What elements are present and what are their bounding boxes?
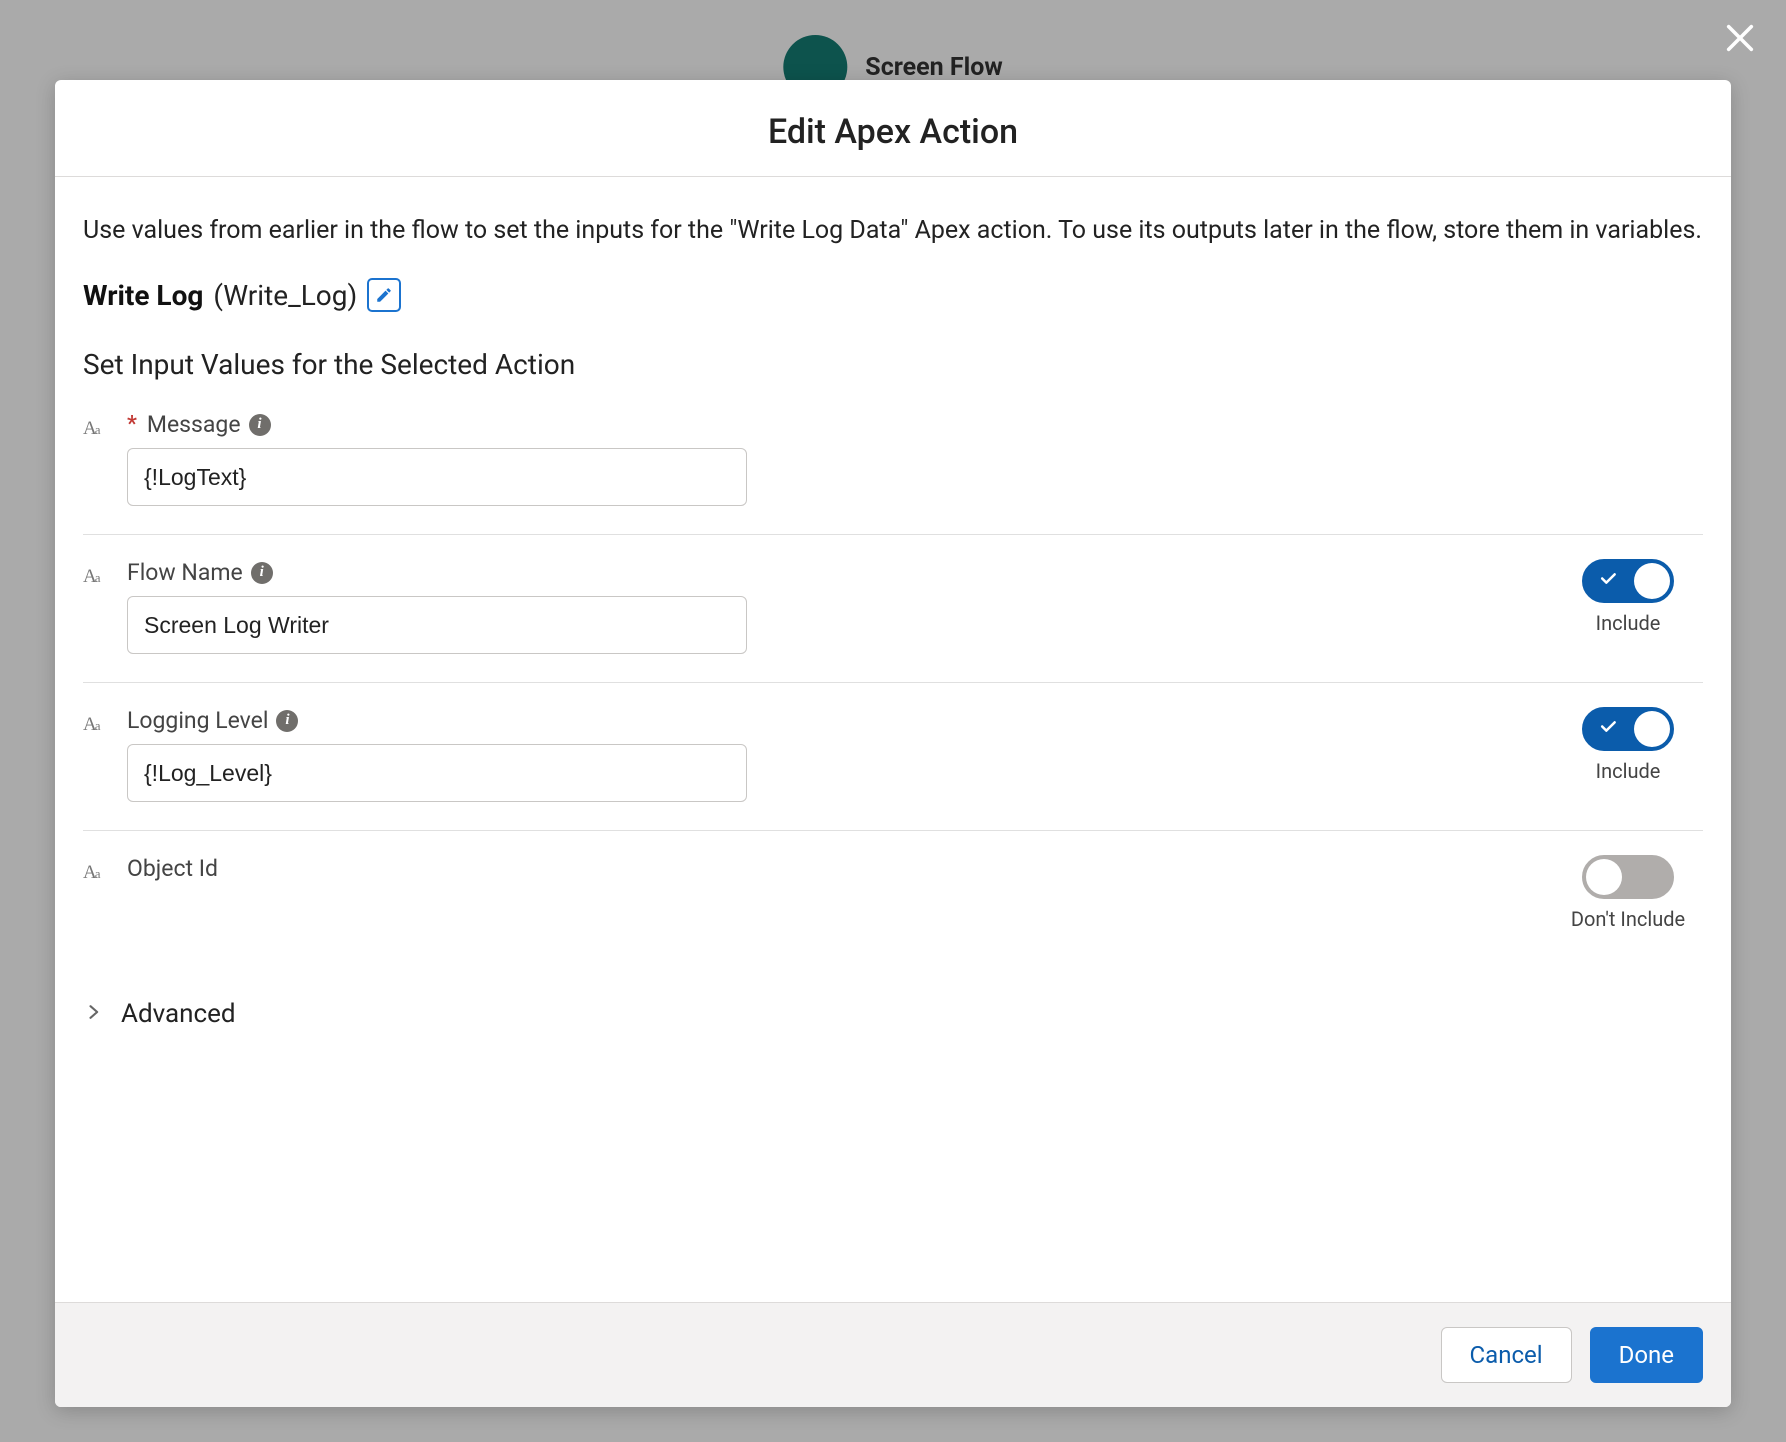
modal-header: Edit Apex Action [55, 80, 1731, 177]
modal-title: Edit Apex Action [79, 112, 1707, 152]
edit-apex-action-modal: Edit Apex Action Use values from earlier… [55, 80, 1731, 1407]
flow-type-label: Screen Flow [865, 53, 1002, 82]
cancel-button[interactable]: Cancel [1441, 1327, 1572, 1383]
modal-body: Use values from earlier in the flow to s… [55, 177, 1731, 1302]
input-row-object-id: Aa Object Id Don't Include [83, 830, 1703, 959]
advanced-label: Advanced [121, 999, 236, 1029]
action-label: Write Log [83, 279, 203, 312]
toggle-label: Include [1596, 611, 1661, 635]
include-toggle-object-id[interactable] [1582, 855, 1674, 899]
section-heading: Set Input Values for the Selected Action [83, 348, 1703, 381]
toggle-label: Don't Include [1571, 907, 1685, 931]
text-type-icon: Aa [83, 709, 113, 737]
input-row-logging-level: Aa Logging Level i [83, 682, 1703, 830]
toggle-label: Include [1596, 759, 1661, 783]
field-label: Message [147, 411, 241, 438]
pencil-icon [375, 286, 393, 304]
text-type-icon: Aa [83, 413, 113, 441]
check-icon [1598, 715, 1618, 744]
action-name-row: Write Log (Write_Log) [83, 278, 1703, 312]
field-label: Object Id [127, 855, 218, 882]
modal-footer: Cancel Done [55, 1302, 1731, 1407]
flow-name-input[interactable] [127, 596, 747, 654]
check-icon [1598, 567, 1618, 596]
text-type-icon: Aa [83, 561, 113, 589]
advanced-section-toggle[interactable]: Advanced [83, 959, 1703, 1049]
logging-level-input[interactable] [127, 744, 747, 802]
info-icon[interactable]: i [249, 414, 271, 436]
close-icon [1723, 21, 1757, 55]
edit-name-button[interactable] [367, 278, 401, 312]
include-toggle-flow-name[interactable] [1582, 559, 1674, 603]
info-icon[interactable]: i [276, 710, 298, 732]
field-label: Logging Level [127, 707, 268, 734]
required-indicator: * [127, 412, 137, 437]
input-row-message: Aa * Message i [83, 411, 1703, 534]
text-type-icon: Aa [83, 857, 113, 885]
field-label: Flow Name [127, 559, 243, 586]
info-icon[interactable]: i [251, 562, 273, 584]
done-button[interactable]: Done [1590, 1327, 1703, 1383]
chevron-right-icon [83, 1000, 103, 1029]
modal-help-text: Use values from earlier in the flow to s… [83, 213, 1703, 248]
input-row-flow-name: Aa Flow Name i [83, 534, 1703, 682]
action-api-name: (Write_Log) [213, 279, 357, 312]
message-input[interactable] [127, 448, 747, 506]
include-toggle-logging-level[interactable] [1582, 707, 1674, 751]
close-button[interactable] [1718, 16, 1762, 60]
